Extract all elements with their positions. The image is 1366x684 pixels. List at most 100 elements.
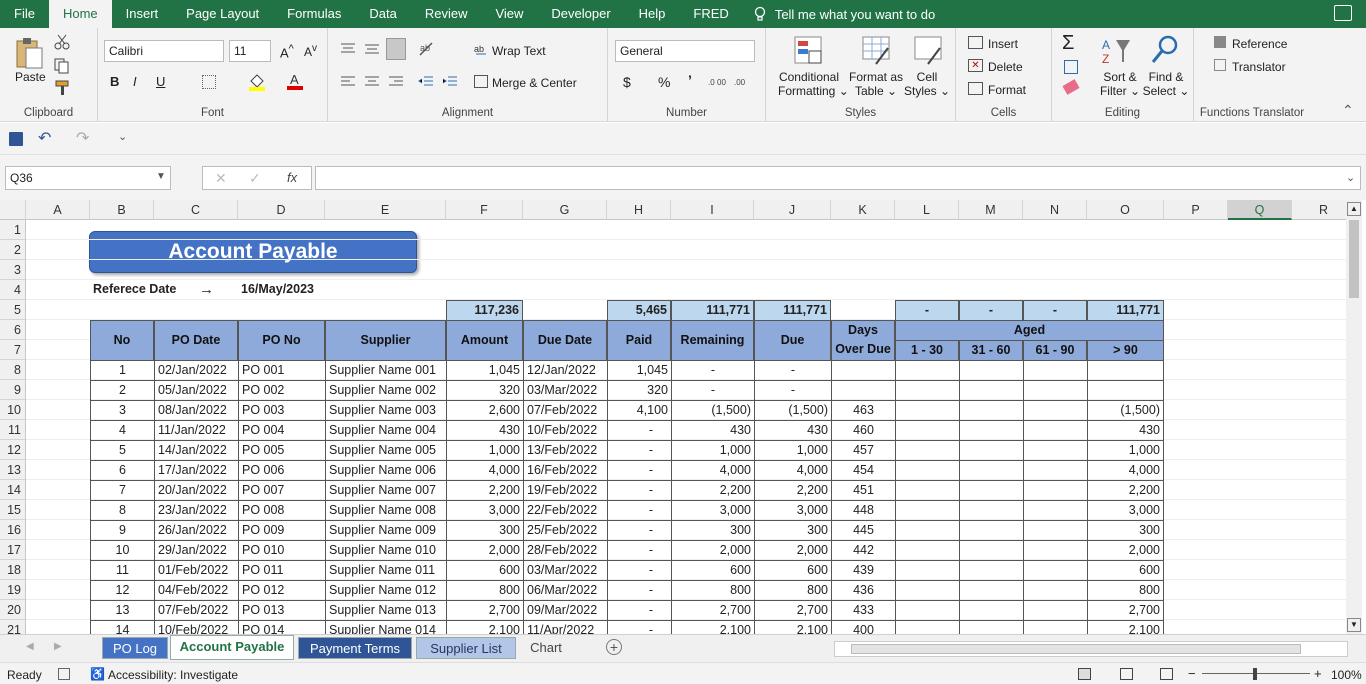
cell-due-date[interactable]: 09/Mar/2022	[523, 600, 608, 621]
underline-button[interactable]: U	[156, 74, 165, 89]
cell-amount[interactable]: 2,700	[446, 600, 524, 621]
insert-button[interactable]: Insert	[988, 37, 1018, 51]
cell-amount[interactable]: 800	[446, 580, 524, 601]
cell-po-no[interactable]: PO 003	[238, 400, 326, 421]
column-header-a[interactable]: A	[26, 200, 90, 220]
cell-paid[interactable]: -	[607, 480, 672, 501]
cell-no[interactable]: 2	[90, 380, 155, 401]
translator-button[interactable]: Translator	[1232, 60, 1286, 74]
cell-po-no[interactable]: PO 005	[238, 440, 326, 461]
cell-supplier[interactable]: Supplier Name 008	[325, 500, 447, 521]
cell-amount[interactable]: 2,000	[446, 540, 524, 561]
cell-due[interactable]: 300	[754, 520, 832, 541]
column-header-c[interactable]: C	[154, 200, 238, 220]
cell-aged-bucket-1[interactable]	[895, 520, 960, 541]
menu-developer[interactable]: Developer	[537, 0, 624, 28]
cell-aged-bucket-3[interactable]	[1023, 480, 1088, 501]
format-button[interactable]: Format	[988, 83, 1026, 97]
page-break-view-icon[interactable]	[1160, 668, 1173, 680]
cell-remaining[interactable]: 300	[671, 520, 755, 541]
increase-decimal-icon[interactable]: .0 00	[708, 74, 728, 91]
cell-amount[interactable]: 3,000	[446, 500, 524, 521]
cell-po-date[interactable]: 14/Jan/2022	[154, 440, 239, 461]
cell-days-over-due[interactable]: 460	[831, 420, 896, 441]
total-amount[interactable]: 117,236	[446, 300, 523, 321]
column-header-n[interactable]: N	[1023, 200, 1087, 220]
fill-icon[interactable]	[1064, 60, 1078, 74]
row-header-5[interactable]: 5	[0, 300, 26, 320]
cell-amount[interactable]: 2,600	[446, 400, 524, 421]
cell-aged-bucket-2[interactable]	[959, 400, 1024, 421]
cell-aged-90-plus[interactable]: 300	[1087, 520, 1164, 541]
column-header-m[interactable]: M	[959, 200, 1023, 220]
cell-po-no[interactable]: PO 010	[238, 540, 326, 561]
cell-po-no[interactable]: PO 009	[238, 520, 326, 541]
cell-aged-bucket-3[interactable]	[1023, 440, 1088, 461]
cell-po-date[interactable]: 23/Jan/2022	[154, 500, 239, 521]
cell-amount[interactable]: 430	[446, 420, 524, 441]
prev-sheet-icon[interactable]: ◀	[26, 641, 34, 652]
total-due[interactable]: 111,771	[754, 300, 831, 321]
zoom-in-icon[interactable]: +	[1314, 666, 1322, 681]
cell-aged-bucket-2[interactable]	[959, 420, 1024, 441]
reference-date-value[interactable]: 16/May/2023	[238, 280, 338, 300]
cell-no[interactable]: 11	[90, 560, 155, 581]
cell-po-no[interactable]: PO 001	[238, 360, 326, 381]
delete-cells-icon[interactable]: ✕	[968, 59, 983, 72]
cell-supplier[interactable]: Supplier Name 014	[325, 620, 447, 634]
cell-aged-bucket-1[interactable]	[895, 380, 960, 401]
column-header-l[interactable]: L	[895, 200, 959, 220]
reference-icon[interactable]	[1214, 36, 1226, 48]
cell-po-no[interactable]: PO 008	[238, 500, 326, 521]
cell-aged-bucket-1[interactable]	[895, 600, 960, 621]
row-header-11[interactable]: 11	[0, 420, 26, 440]
cell-paid[interactable]: -	[607, 500, 672, 521]
cell-aged-bucket-2[interactable]	[959, 380, 1024, 401]
cell-due-date[interactable]: 19/Feb/2022	[523, 480, 608, 501]
cell-aged-bucket-3[interactable]	[1023, 400, 1088, 421]
cell-paid[interactable]: -	[607, 600, 672, 621]
zoom-slider-handle[interactable]	[1253, 668, 1257, 680]
fill-color-icon[interactable]	[248, 73, 266, 94]
cell-due-date[interactable]: 11/Apr/2022	[523, 620, 608, 634]
align-middle-icon[interactable]	[364, 42, 380, 59]
cell-supplier[interactable]: Supplier Name 005	[325, 440, 447, 461]
cell-paid[interactable]: -	[607, 460, 672, 481]
align-right-icon[interactable]	[388, 75, 404, 92]
column-header-b[interactable]: B	[90, 200, 154, 220]
cell-remaining[interactable]: 2,100	[671, 620, 755, 634]
italic-button[interactable]: I	[133, 74, 137, 89]
cell-po-no[interactable]: PO 014	[238, 620, 326, 634]
decrease-decimal-icon[interactable]: .00	[734, 74, 754, 91]
cell-po-date[interactable]: 04/Feb/2022	[154, 580, 239, 601]
cell-amount[interactable]: 1,045	[446, 360, 524, 381]
copy-icon[interactable]	[54, 58, 70, 77]
cell-aged-bucket-2[interactable]	[959, 500, 1024, 521]
currency-button[interactable]: $	[623, 74, 631, 90]
cell-aged-bucket-1[interactable]	[895, 440, 960, 461]
column-header-k[interactable]: K	[831, 200, 895, 220]
cell-amount[interactable]: 4,000	[446, 460, 524, 481]
cell-paid[interactable]: 4,100	[607, 400, 672, 421]
cell-aged-bucket-3[interactable]	[1023, 540, 1088, 561]
row-header-6[interactable]: 6	[0, 320, 26, 340]
comments-icon[interactable]	[1334, 5, 1352, 21]
row-header-16[interactable]: 16	[0, 520, 26, 540]
sheet-tab-supplier-list[interactable]: Supplier List	[416, 637, 516, 659]
cancel-icon[interactable]: ✕	[215, 170, 227, 186]
next-sheet-icon[interactable]: ▶	[54, 641, 62, 652]
cell-no[interactable]: 3	[90, 400, 155, 421]
cell-aged-bucket-3[interactable]	[1023, 380, 1088, 401]
cell-aged-bucket-2[interactable]	[959, 600, 1024, 621]
column-header-p[interactable]: P	[1164, 200, 1228, 220]
clear-icon[interactable]	[1062, 79, 1080, 95]
autosum-icon[interactable]: Σ	[1062, 32, 1074, 55]
row-header-4[interactable]: 4	[0, 280, 26, 300]
cell-aged-90-plus[interactable]: 800	[1087, 580, 1164, 601]
cell-supplier[interactable]: Supplier Name 012	[325, 580, 447, 601]
cell-due-date[interactable]: 03/Mar/2022	[523, 560, 608, 581]
row-header-20[interactable]: 20	[0, 600, 26, 620]
expand-formula-icon[interactable]: ⌄	[1346, 171, 1355, 184]
cell-remaining[interactable]: (1,500)	[671, 400, 755, 421]
sort-filter-icon[interactable]: AZ	[1102, 36, 1132, 69]
